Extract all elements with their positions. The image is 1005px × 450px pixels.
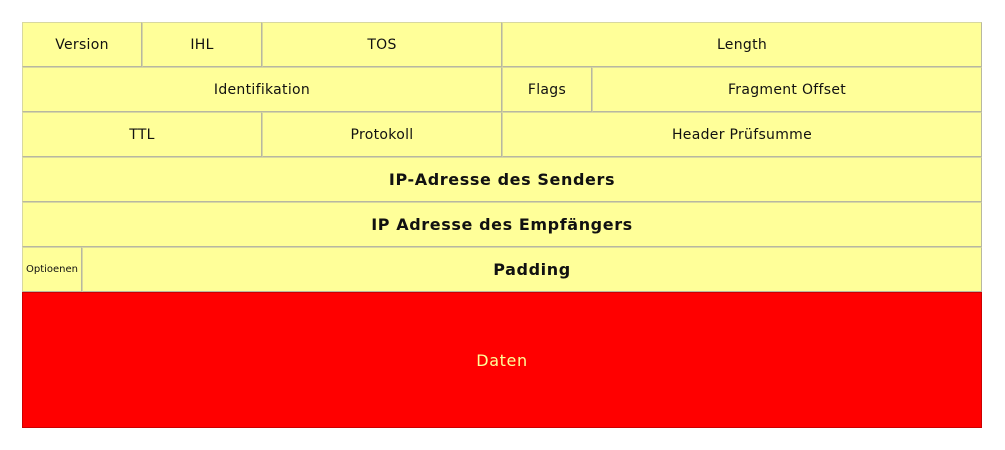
field-source-address-label: IP-Adresse des Senders (388, 170, 616, 189)
field-ihl: IHL (142, 22, 262, 67)
field-identification: Identifikation (22, 67, 502, 112)
field-header-checksum: Header Prüfsumme (502, 112, 982, 157)
ip-header-diagram: Version IHL TOS Length Identifikation Fl… (22, 22, 982, 428)
payload-data: Daten (22, 292, 982, 428)
field-tos: TOS (262, 22, 502, 67)
field-length: Length (502, 22, 982, 67)
field-ttl: TTL (22, 112, 262, 157)
field-protocol: Protokoll (262, 112, 502, 157)
field-version: Version (22, 22, 142, 67)
field-version-label: Version (55, 36, 109, 53)
field-options: Optioenen (22, 247, 82, 292)
field-ttl-label: TTL (129, 126, 155, 143)
field-header-checksum-label: Header Prüfsumme (671, 126, 813, 143)
field-identification-label: Identifikation (213, 81, 311, 98)
field-length-label: Length (716, 36, 768, 53)
field-flags: Flags (502, 67, 592, 112)
field-source-address: IP-Adresse des Senders (22, 157, 982, 202)
field-protocol-label: Protokoll (350, 126, 414, 143)
field-destination-address: IP Adresse des Empfängers (22, 202, 982, 247)
field-ihl-label: IHL (190, 36, 214, 53)
payload-data-label: Daten (476, 350, 528, 370)
field-tos-label: TOS (367, 36, 397, 53)
field-padding-label: Padding (493, 260, 571, 279)
field-options-label: Optioenen (25, 264, 79, 275)
field-fragment-offset-label: Fragment Offset (727, 81, 847, 98)
field-flags-label: Flags (527, 81, 567, 98)
field-padding: Padding (82, 247, 982, 292)
field-destination-address-label: IP Adresse des Empfängers (371, 215, 633, 234)
field-fragment-offset: Fragment Offset (592, 67, 982, 112)
